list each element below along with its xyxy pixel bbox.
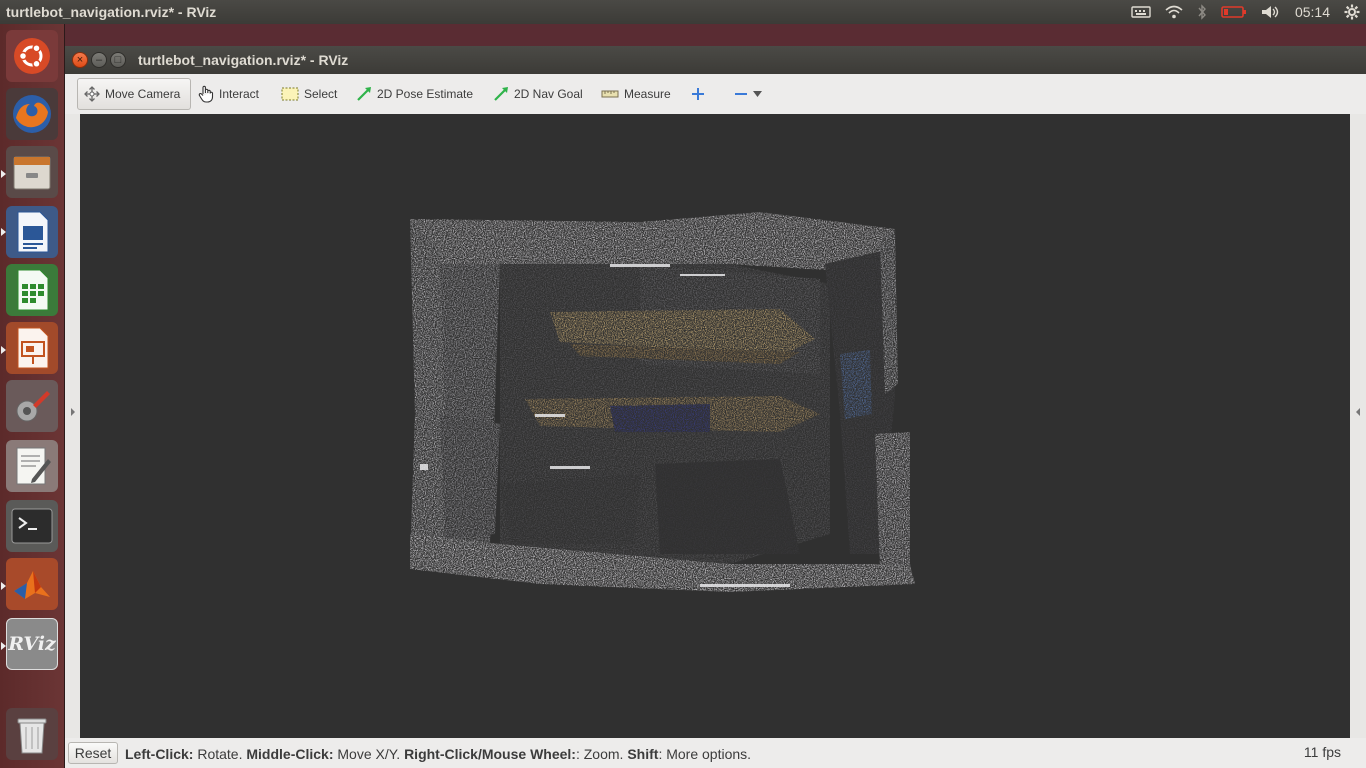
hint-left-click-key: Left-Click: — [125, 746, 194, 762]
status-bar: Reset Left-Click: Rotate. Middle-Click: … — [65, 738, 1366, 768]
gear-icon[interactable] — [1344, 4, 1360, 20]
bluetooth-icon[interactable] — [1197, 4, 1207, 20]
move-camera-label: Move Camera — [105, 87, 181, 101]
battery-icon[interactable] — [1221, 5, 1247, 19]
window-close-button[interactable]: × — [72, 52, 88, 68]
measure-tool[interactable]: Measure — [595, 78, 677, 110]
rviz-toolbar: Move Camera Interact Select 2D Pose Esti… — [65, 74, 1366, 114]
chevron-left-icon — [1356, 408, 1360, 416]
move-camera-icon — [84, 86, 100, 102]
hint-right-click-value: : Zoom. — [575, 746, 628, 762]
select-label: Select — [304, 87, 338, 101]
window-maximize-button[interactable]: □ — [110, 52, 126, 68]
window-minimize-button[interactable]: – — [91, 52, 107, 68]
impress-icon[interactable] — [6, 322, 58, 374]
hint-shift-key: Shift — [627, 746, 659, 762]
right-dock-collapse-handle[interactable] — [1350, 114, 1366, 738]
writer-icon[interactable] — [6, 206, 58, 258]
rviz-icon[interactable]: RViz — [6, 618, 58, 670]
hint-shift-value: : More options. — [658, 746, 752, 762]
keyboard-icon[interactable] — [1131, 5, 1151, 19]
hand-pointer-icon — [198, 85, 214, 103]
firefox-icon[interactable] — [6, 88, 58, 140]
active-window-title: turtlebot_navigation.rviz* - RViz — [6, 4, 217, 20]
calc-icon[interactable] — [6, 264, 58, 316]
files-icon[interactable] — [6, 146, 58, 198]
interact-label: Interact — [219, 87, 260, 101]
matlab-icon[interactable] — [6, 558, 58, 610]
volume-icon[interactable] — [1261, 5, 1281, 19]
plus-icon — [692, 88, 704, 100]
reset-button[interactable]: Reset — [68, 742, 118, 764]
rviz-launcher-label: RViz — [8, 633, 56, 655]
minus-icon — [735, 93, 747, 95]
text-editor-icon[interactable] — [6, 440, 58, 492]
ruler-icon — [601, 90, 619, 98]
3d-render-viewport[interactable] — [80, 114, 1350, 738]
hint-middle-click-value: Move X/Y. — [333, 746, 405, 762]
pose-arrow-icon — [357, 87, 371, 101]
ubuntu-dash-icon[interactable] — [6, 30, 58, 82]
select-tool[interactable]: Select — [275, 78, 343, 110]
system-tray: 05:14 — [1131, 0, 1360, 24]
wifi-icon[interactable] — [1165, 5, 1183, 19]
window-titlebar[interactable]: × – □ turtlebot_navigation.rviz* - RViz — [65, 46, 1366, 74]
move-camera-tool[interactable]: Move Camera — [77, 78, 191, 110]
window-title: turtlebot_navigation.rviz* - RViz — [138, 52, 349, 68]
hint-right-click-key: Right-Click/Mouse Wheel: — [404, 746, 576, 762]
system-settings-icon[interactable] — [6, 380, 58, 432]
terminal-icon[interactable] — [6, 500, 58, 552]
2d-pose-estimate-label: 2D Pose Estimate — [377, 87, 474, 101]
measure-label: Measure — [624, 87, 671, 101]
hint-left-click-value: Rotate. — [193, 746, 247, 762]
rviz-window: × – □ turtlebot_navigation.rviz* - RViz … — [65, 46, 1366, 768]
nav-goal-arrow-icon — [494, 87, 508, 101]
desktop-background — [65, 24, 1366, 46]
top-panel: turtlebot_navigation.rviz* - RViz 05:14 — [0, 0, 1366, 24]
chevron-down-icon — [753, 91, 762, 97]
hint-middle-click-key: Middle-Click: — [246, 746, 334, 762]
fps-counter: 11 fps — [1303, 744, 1341, 760]
left-dock-collapse-handle[interactable] — [65, 114, 80, 738]
select-rectangle-icon — [281, 87, 299, 101]
chevron-right-icon — [71, 408, 75, 416]
remove-tool-button[interactable] — [728, 78, 768, 110]
2d-nav-goal-tool[interactable]: 2D Nav Goal — [487, 78, 589, 110]
2d-pose-estimate-tool[interactable]: 2D Pose Estimate — [350, 78, 479, 110]
trash-icon[interactable] — [6, 708, 58, 760]
mouse-hint-text: Left-Click: Rotate. Middle-Click: Move X… — [125, 746, 751, 762]
interact-tool[interactable]: Interact — [192, 78, 265, 110]
add-tool-button[interactable] — [685, 78, 711, 110]
2d-nav-goal-label: 2D Nav Goal — [514, 87, 583, 101]
unity-launcher: RViz — [0, 24, 65, 768]
point-cloud-render — [410, 212, 915, 592]
clock[interactable]: 05:14 — [1295, 4, 1330, 20]
